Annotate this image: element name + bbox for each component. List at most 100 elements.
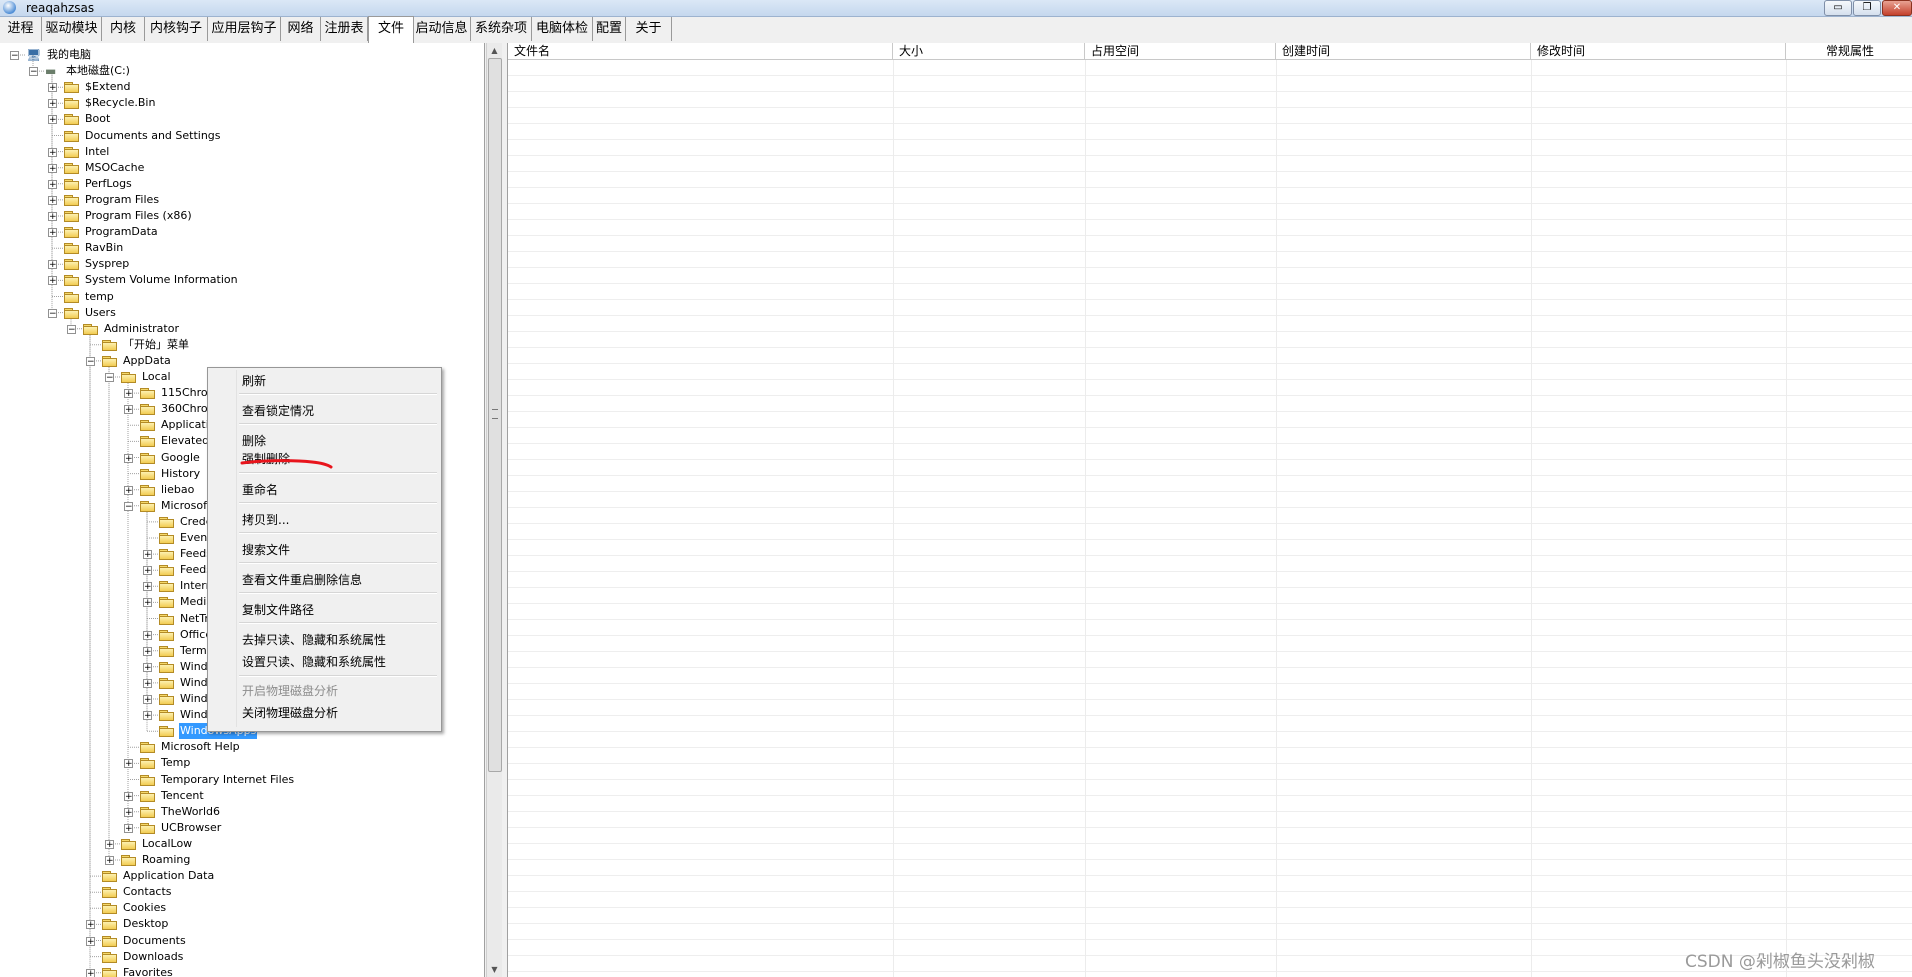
tab-driver-modules[interactable]: 驱动模块 <box>42 17 102 41</box>
maximize-button[interactable]: ❐ <box>1853 0 1881 16</box>
menu-item-reboot-delete-info[interactable]: 查看文件重启删除信息 <box>242 571 362 589</box>
expand-icon[interactable]: + <box>48 99 57 109</box>
tree-node[interactable]: + Tencent <box>0 788 480 804</box>
expand-icon[interactable]: + <box>124 759 133 769</box>
scroll-up-arrow-icon[interactable]: ▲ <box>487 43 502 58</box>
tree-node[interactable]: + Favorites <box>0 965 480 977</box>
expand-icon[interactable]: + <box>124 807 133 817</box>
expand-icon[interactable]: + <box>48 179 57 189</box>
scroll-down-arrow-icon[interactable]: ▼ <box>487 962 502 977</box>
tab-kernel-hooks[interactable]: 内核钩子 <box>145 17 208 41</box>
tree-node[interactable]: + Boot <box>0 111 480 127</box>
tree-node[interactable]: + $Extend <box>0 79 480 95</box>
expand-icon[interactable]: + <box>124 791 133 801</box>
expand-icon[interactable]: + <box>143 550 152 560</box>
tab-files[interactable]: 文件 <box>368 16 414 43</box>
expand-icon[interactable]: + <box>48 195 57 205</box>
menu-item-copy-path[interactable]: 复制文件路径 <box>242 601 314 619</box>
tree-node[interactable]: + Roaming <box>0 852 480 868</box>
tree-node[interactable]: Cookies <box>0 900 480 916</box>
expand-icon[interactable]: + <box>48 147 57 157</box>
tab-pc-checkup[interactable]: 电脑体检 <box>532 17 593 41</box>
menu-item-search-files[interactable]: 搜索文件 <box>242 541 290 559</box>
tree-node[interactable]: Downloads <box>0 949 480 965</box>
tree-node[interactable]: + Desktop <box>0 916 480 932</box>
tree-node[interactable]: Microsoft Help <box>0 739 480 755</box>
tree-node[interactable]: + ProgramData <box>0 224 480 240</box>
collapse-icon[interactable]: − <box>10 51 19 61</box>
expand-icon[interactable]: + <box>105 839 114 849</box>
tree-node[interactable]: Contacts <box>0 884 480 900</box>
expand-icon[interactable]: + <box>143 598 152 608</box>
file-list[interactable]: 文件名 大小 占用空间 创建时间 修改时间 常规属性 <box>507 43 1912 977</box>
menu-item-delete[interactable]: 删除 <box>242 432 266 450</box>
tree-node[interactable]: − ▬ 本地磁盘(C:) <box>0 63 480 79</box>
expand-icon[interactable]: + <box>143 711 152 721</box>
tab-about[interactable]: 关于 <box>626 17 672 41</box>
menu-item-view-locks[interactable]: 查看锁定情况 <box>242 402 314 420</box>
expand-icon[interactable]: + <box>48 83 57 93</box>
collapse-icon[interactable]: − <box>67 324 76 334</box>
tab-app-hooks[interactable]: 应用层钩子 <box>208 17 281 41</box>
expand-icon[interactable]: + <box>143 630 152 640</box>
expand-icon[interactable]: + <box>105 856 114 866</box>
tree-node[interactable]: + $Recycle.Bin <box>0 95 480 111</box>
close-button[interactable]: ✕ <box>1882 0 1912 16</box>
tree-node[interactable]: + UCBrowser <box>0 820 480 836</box>
tree-node[interactable]: temp <box>0 289 480 305</box>
tab-registry[interactable]: 注册表 <box>321 17 368 41</box>
tree-node[interactable]: + TheWorld6 <box>0 804 480 820</box>
tree-node[interactable]: Documents and Settings <box>0 128 480 144</box>
expand-icon[interactable]: + <box>124 485 133 495</box>
column-created[interactable]: 创建时间 <box>1276 43 1531 59</box>
column-attributes[interactable]: 常规属性 <box>1786 43 1912 59</box>
expand-icon[interactable]: + <box>124 405 133 415</box>
expand-icon[interactable]: + <box>124 823 133 833</box>
expand-icon[interactable]: + <box>143 662 152 672</box>
column-disk-usage[interactable]: 占用空间 <box>1085 43 1276 59</box>
expand-icon[interactable]: + <box>48 212 57 222</box>
tree-node[interactable]: − Administrator <box>0 321 480 337</box>
expand-icon[interactable]: + <box>86 968 95 977</box>
expand-icon[interactable]: + <box>86 936 95 946</box>
expand-icon[interactable]: + <box>124 453 133 463</box>
tree-node[interactable]: RavBin <box>0 240 480 256</box>
menu-item-remove-attributes[interactable]: 去掉只读、隐藏和系统属性 <box>242 631 386 649</box>
menu-item-set-attributes[interactable]: 设置只读、隐藏和系统属性 <box>242 653 386 671</box>
tab-process[interactable]: 进程 <box>0 17 42 41</box>
tree-node[interactable]: − 🖥 我的电脑 <box>0 47 480 63</box>
collapse-icon[interactable]: − <box>86 356 95 366</box>
collapse-icon[interactable]: − <box>105 373 114 383</box>
expand-icon[interactable]: + <box>86 920 95 930</box>
tab-network[interactable]: 网络 <box>281 17 321 41</box>
tree-node[interactable]: 「开始」菜单 <box>0 337 480 353</box>
expand-icon[interactable]: + <box>48 115 57 125</box>
collapse-icon[interactable]: − <box>29 67 38 77</box>
expand-icon[interactable]: + <box>48 163 57 173</box>
menu-item-refresh[interactable]: 刷新 <box>242 372 266 390</box>
tree-scrollbar[interactable]: ▲ ▼ <box>486 43 502 977</box>
menu-item-rename[interactable]: 重命名 <box>242 481 278 499</box>
column-modified[interactable]: 修改时间 <box>1531 43 1786 59</box>
minimize-button[interactable]: ▭ <box>1824 0 1852 16</box>
tab-kernel[interactable]: 内核 <box>102 17 145 41</box>
column-filename[interactable]: 文件名 <box>508 43 893 59</box>
tree-node[interactable]: + LocalLow <box>0 836 480 852</box>
scroll-thumb[interactable] <box>488 58 502 772</box>
tab-settings[interactable]: 配置 <box>593 17 626 41</box>
tab-system-misc[interactable]: 系统杂项 <box>471 17 532 41</box>
tree-node[interactable]: + Program Files (x86) <box>0 208 480 224</box>
tree-node[interactable]: + Intel <box>0 144 480 160</box>
tree-node[interactable]: + System Volume Information <box>0 272 480 288</box>
expand-icon[interactable]: + <box>143 678 152 688</box>
tree-node[interactable]: + Documents <box>0 933 480 949</box>
tree-node[interactable]: + Program Files <box>0 192 480 208</box>
tree-node[interactable]: − Users <box>0 305 480 321</box>
collapse-icon[interactable]: − <box>48 308 57 318</box>
menu-item-copy-to[interactable]: 拷贝到... <box>242 511 289 529</box>
tree-node[interactable]: + Sysprep <box>0 256 480 272</box>
tree-node[interactable]: + MSOCache <box>0 160 480 176</box>
tree-node[interactable]: Temporary Internet Files <box>0 772 480 788</box>
tree-node[interactable]: + Temp <box>0 755 480 771</box>
expand-icon[interactable]: + <box>143 566 152 576</box>
